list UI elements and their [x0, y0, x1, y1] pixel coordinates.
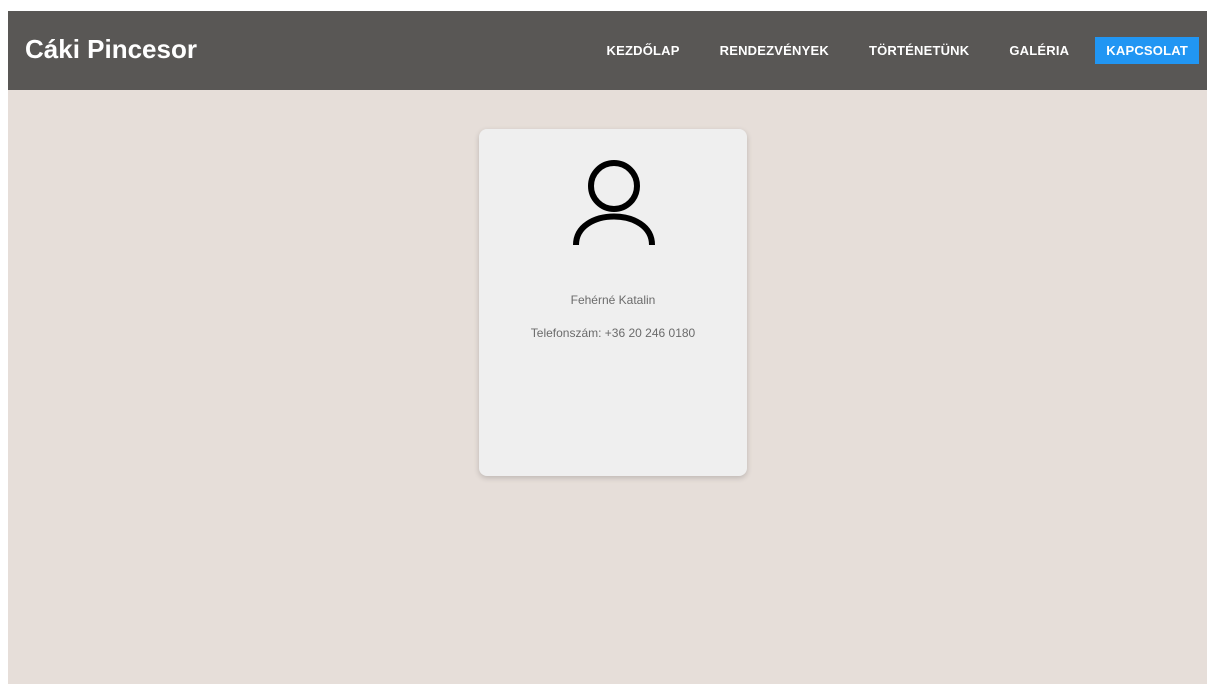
- nav-item-kapcsolat[interactable]: KAPCSOLAT: [1095, 37, 1199, 64]
- nav-item-rendezvenyek[interactable]: RENDEZVÉNYEK: [700, 37, 849, 64]
- user-icon: [573, 160, 655, 246]
- contact-card: Fehérné Katalin Telefonszám: +36 20 246 …: [479, 129, 747, 476]
- navbar: Cáki Pincesor KEZDŐLAP RENDEZVÉNYEK TÖRT…: [8, 11, 1207, 90]
- main-nav: KEZDŐLAP RENDEZVÉNYEK TÖRTÉNETÜNK GALÉRI…: [587, 37, 1207, 64]
- contact-phone: Telefonszám: +36 20 246 0180: [530, 326, 696, 340]
- nav-item-tortenetunk[interactable]: TÖRTÉNETÜNK: [849, 37, 989, 64]
- page: Cáki Pincesor KEZDŐLAP RENDEZVÉNYEK TÖRT…: [8, 11, 1207, 684]
- contact-name: Fehérné Katalin: [570, 293, 656, 307]
- nav-item-kezdolap[interactable]: KEZDŐLAP: [587, 37, 700, 64]
- site-brand[interactable]: Cáki Pincesor: [25, 33, 197, 65]
- nav-item-galeria[interactable]: GALÉRIA: [989, 37, 1089, 64]
